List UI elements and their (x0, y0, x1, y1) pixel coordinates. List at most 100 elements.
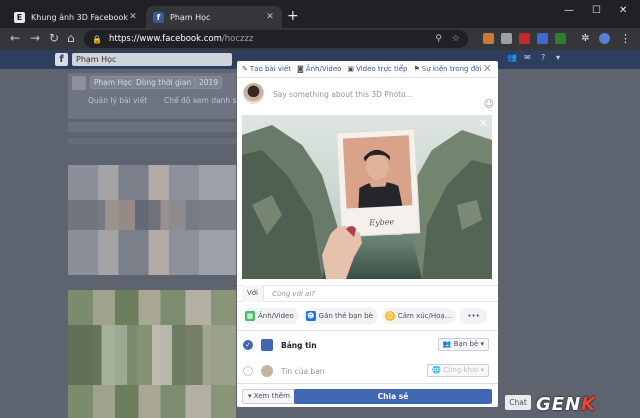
extension-icon[interactable] (555, 33, 566, 44)
tab-title: Phạm Học (170, 12, 211, 22)
genk-watermark: GENK (536, 394, 596, 415)
close-tab-icon[interactable]: ✕ (128, 12, 138, 22)
reload-icon[interactable]: ↻ (49, 32, 59, 45)
browser-toolbar: ← → ↻ ⌂ 🔒 https://www.facebook.com/hoczz… (0, 28, 640, 50)
create-post-dialog: ✎ Tạo bài viết ◙ Ảnh/Video ▣ Video trực … (237, 61, 498, 407)
audience-value: Bạn bè (453, 340, 479, 348)
timeline-pill: Dòng thời gian (132, 76, 196, 89)
chevron-down-icon: ▾ (556, 53, 561, 62)
composer-actions: ▦ Ảnh/Video ☻ Gắn thẻ bạn bè ☺ Cảm xúc/H… (237, 305, 498, 327)
story-avatar-icon (261, 365, 273, 377)
destination-label: Tin của bạn (281, 367, 325, 376)
home-icon[interactable]: ⌂ (67, 32, 75, 45)
blurred-post-image (68, 325, 236, 385)
profile-avatar-icon[interactable] (599, 33, 610, 44)
facebook-favicon-icon: f (153, 11, 164, 23)
watermark-text: K (581, 394, 597, 415)
photo-signature: Eybee (368, 217, 395, 227)
dialog-footer: ▾ Xem thêm Chia sẻ (237, 383, 498, 407)
blurred-post-text (68, 122, 236, 132)
post-text-input[interactable]: Say something about this 3D Photo... (273, 90, 413, 99)
destination-label: Bảng tin (281, 341, 317, 350)
divider (237, 330, 498, 331)
close-window-button[interactable]: ✕ (619, 5, 627, 16)
action-label: Ảnh/Video (258, 312, 294, 320)
blurred-post-text (68, 138, 236, 144)
facebook-search-input[interactable]: Phạm Học (72, 53, 232, 66)
tab-life-event[interactable]: ⚑ Sự kiện trong đời (413, 65, 481, 73)
year-pill: 2019 (195, 76, 223, 89)
audience-dropdown[interactable]: 👥 Bạn bè ▾ (437, 338, 489, 351)
tag-people-input[interactable]: Cùng với ai? (272, 290, 315, 298)
help-icon: ? (541, 53, 546, 62)
photo-icon: ▦ (245, 311, 255, 321)
blurred-post-image (68, 200, 236, 230)
see-more-label: Xem thêm (253, 392, 290, 400)
tag-friends-icon: ☻ (305, 311, 316, 321)
timeline-filter-bar: Phạm Học Dòng thời gian 2019 Quản lý bài… (68, 73, 250, 119)
extension-icon[interactable] (537, 33, 548, 44)
destination-story[interactable]: Tin của bạn 🌐 Công khai ▾ (237, 360, 498, 382)
tag-friends-button[interactable]: ☻ Gắn thẻ bạn bè (302, 308, 378, 324)
add-photo-video-button[interactable]: ▦ Ảnh/Video (242, 308, 299, 324)
user-avatar (243, 83, 264, 104)
address-bar[interactable]: 🔒 https://www.facebook.com/hoczzz ⚲ ☆ (84, 30, 468, 48)
destination-news-feed[interactable]: ✓ Bảng tin 👥 Bạn bè ▾ (237, 334, 498, 356)
audience-dropdown: 🌐 Công khai ▾ (427, 364, 489, 377)
emoji-picker-icon[interactable]: ☺ (484, 99, 494, 110)
site-favicon-icon: E (14, 11, 25, 23)
checked-icon[interactable]: ✓ (243, 340, 253, 350)
video-icon: ▣ (347, 65, 355, 73)
puzzle-extensions-icon[interactable]: ✲ (580, 33, 591, 44)
browser-tab-facebook[interactable]: f Phạm Học ✕ (146, 6, 282, 28)
emoji-icon: ☺ (384, 311, 395, 321)
extension-icon[interactable] (519, 33, 530, 44)
browser-tab-article[interactable]: E Khung ảnh 3D Facebook làm on ✕ (7, 6, 145, 28)
composer-tabs: ✎ Tạo bài viết ◙ Ảnh/Video ▣ Video trực … (237, 61, 498, 78)
tab-label: Sự kiện trong đời (421, 65, 482, 73)
lock-icon: 🔒 (92, 34, 102, 44)
tag-people-row: Với Cùng với ai? (237, 285, 498, 302)
see-more-button[interactable]: ▾ Xem thêm (242, 389, 296, 404)
more-actions-button[interactable]: ••• (460, 308, 487, 324)
extension-icon[interactable] (501, 33, 512, 44)
messenger-icon: ✉ (524, 53, 531, 62)
unchecked-icon[interactable] (243, 366, 253, 376)
action-label: Cảm xúc/Hoạ... (397, 312, 452, 320)
more-icon: ••• (467, 312, 480, 320)
camera-icon: ◙ (297, 65, 304, 73)
browser-tab-bar: E Khung ảnh 3D Facebook làm on ✕ f Phạm … (0, 0, 640, 28)
friends-icon: 👥 (507, 53, 517, 62)
forward-arrow-icon[interactable]: → (30, 32, 40, 45)
back-arrow-icon[interactable]: ← (10, 32, 20, 45)
3d-photo-image: Eybee (242, 115, 492, 279)
feeling-activity-button[interactable]: ☺ Cảm xúc/Hoạ... (381, 308, 457, 324)
manage-posts-link: Quản lý bài viết (88, 96, 148, 105)
share-button[interactable]: Chia sẻ (294, 389, 492, 404)
remove-photo-icon[interactable]: ✕ (479, 117, 488, 130)
close-tab-icon[interactable]: ✕ (265, 12, 275, 22)
audience-value: Công khai (443, 366, 479, 374)
tab-live-video[interactable]: ▣ Video trực tiếp (347, 65, 407, 73)
close-dialog-icon[interactable]: ✕ (483, 63, 492, 75)
tab-title: Khung ảnh 3D Facebook làm on (31, 12, 128, 22)
3d-photo-preview[interactable]: Eybee ✕ (242, 115, 492, 279)
url-host: https://www.facebook.com (108, 34, 222, 44)
news-feed-icon (261, 339, 273, 351)
extension-icon[interactable] (483, 33, 494, 44)
chat-button[interactable]: Chat (505, 395, 531, 410)
tab-label: Video trực tiếp (356, 65, 408, 73)
tab-create-post[interactable]: ✎ Tạo bài viết (242, 65, 291, 73)
minimize-button[interactable]: — (564, 5, 574, 16)
url-path: /hoczzz (221, 34, 254, 44)
tab-photo-video[interactable]: ◙ Ảnh/Video (297, 65, 341, 73)
action-label: Gắn thẻ bạn bè (318, 312, 373, 320)
flag-icon: ⚑ (413, 65, 420, 73)
search-icon[interactable]: ⚲ (435, 34, 442, 44)
new-tab-button[interactable]: + (287, 9, 299, 23)
menu-kebab-icon[interactable]: ⋮ (620, 32, 631, 45)
with-label: Với (242, 285, 264, 302)
maximize-button[interactable]: ☐ (592, 5, 601, 16)
tab-label: Ảnh/Video (305, 65, 342, 73)
bookmark-star-icon[interactable]: ☆ (452, 34, 460, 44)
